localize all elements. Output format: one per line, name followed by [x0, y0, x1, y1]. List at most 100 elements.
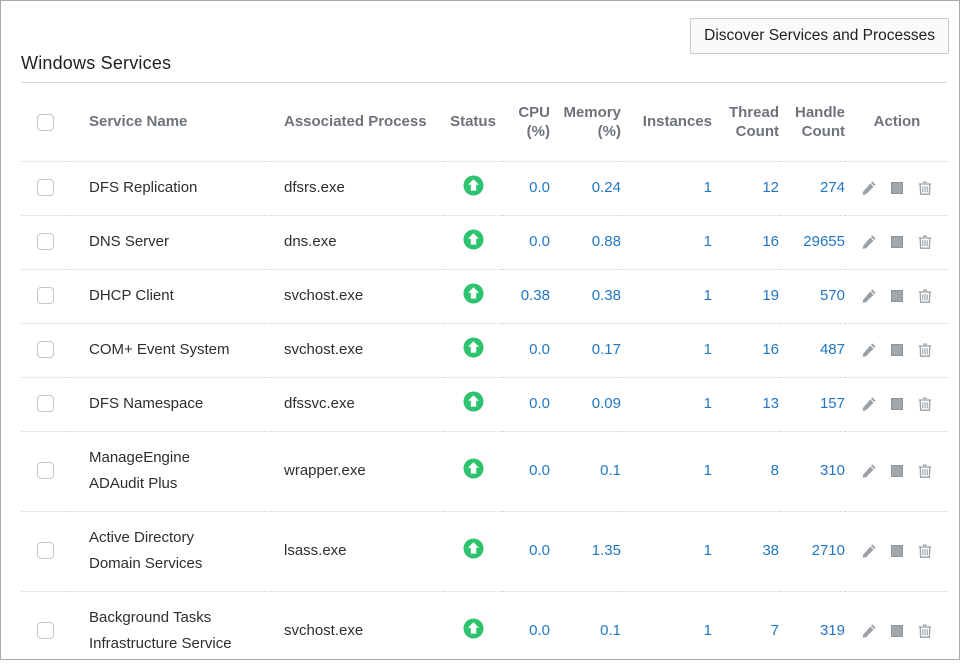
- select-all-checkbox[interactable]: [37, 114, 54, 131]
- status-cell: [444, 269, 502, 323]
- cpu-percent-value[interactable]: 0.0: [502, 431, 550, 511]
- delete-trash-icon[interactable]: [917, 396, 933, 412]
- memory-percent-value[interactable]: 0.1: [550, 431, 621, 511]
- handle-count-value[interactable]: 29655: [779, 215, 845, 269]
- delete-trash-icon[interactable]: [917, 543, 933, 559]
- edit-pencil-icon[interactable]: [861, 543, 877, 559]
- memory-percent-value[interactable]: 0.24: [550, 161, 621, 215]
- discover-services-button[interactable]: Discover Services and Processes: [690, 18, 949, 54]
- status-up-arrow-icon: [463, 283, 484, 304]
- handle-count-value[interactable]: 319: [779, 591, 845, 671]
- table-row: Background Tasks Infrastructure Service …: [21, 591, 949, 671]
- memory-percent-value[interactable]: 0.09: [550, 377, 621, 431]
- row-checkbox-cell: [21, 323, 69, 377]
- delete-trash-icon[interactable]: [917, 342, 933, 358]
- instances-value[interactable]: 1: [621, 215, 712, 269]
- delete-trash-icon[interactable]: [917, 288, 933, 304]
- associated-process: dns.exe: [264, 215, 444, 269]
- cpu-percent-value[interactable]: 0.0: [502, 215, 550, 269]
- thread-count-value[interactable]: 19: [712, 269, 779, 323]
- row-checkbox[interactable]: [37, 542, 54, 559]
- thread-count-value[interactable]: 12: [712, 161, 779, 215]
- associated-process: wrapper.exe: [264, 431, 444, 511]
- row-checkbox-cell: [21, 269, 69, 323]
- memory-percent-value[interactable]: 0.17: [550, 323, 621, 377]
- thread-count-value[interactable]: 16: [712, 323, 779, 377]
- instances-value[interactable]: 1: [621, 269, 712, 323]
- instances-value[interactable]: 1: [621, 161, 712, 215]
- associated-process: svchost.exe: [264, 323, 444, 377]
- instances-value[interactable]: 1: [621, 323, 712, 377]
- table-row: COM+ Event System svchost.exe 0.0 0.17 1…: [21, 323, 949, 377]
- handle-count-value[interactable]: 274: [779, 161, 845, 215]
- row-checkbox-cell: [21, 377, 69, 431]
- edit-pencil-icon[interactable]: [861, 180, 877, 196]
- table-row: DNS Server dns.exe 0.0 0.88 1 16 29655: [21, 215, 949, 269]
- delete-trash-icon[interactable]: [917, 180, 933, 196]
- associated-process: svchost.exe: [264, 591, 444, 671]
- edit-pencil-icon[interactable]: [861, 288, 877, 304]
- handle-count-value[interactable]: 310: [779, 431, 845, 511]
- cpu-percent-value[interactable]: 0.38: [502, 269, 550, 323]
- column-header-cpu: CPU (%): [502, 83, 550, 161]
- handle-count-value[interactable]: 157: [779, 377, 845, 431]
- row-checkbox[interactable]: [37, 233, 54, 250]
- memory-percent-value[interactable]: 0.1: [550, 591, 621, 671]
- row-checkbox[interactable]: [37, 341, 54, 358]
- edit-pencil-icon[interactable]: [861, 342, 877, 358]
- action-cell: [845, 323, 949, 377]
- status-up-arrow-icon: [463, 337, 484, 358]
- row-checkbox[interactable]: [37, 622, 54, 639]
- handle-count-value[interactable]: 2710: [779, 511, 845, 591]
- status-up-arrow-icon: [463, 458, 484, 479]
- stop-square-icon[interactable]: [889, 180, 905, 196]
- thread-count-value[interactable]: 13: [712, 377, 779, 431]
- cpu-percent-value[interactable]: 0.0: [502, 323, 550, 377]
- instances-value[interactable]: 1: [621, 591, 712, 671]
- row-checkbox[interactable]: [37, 179, 54, 196]
- cpu-percent-value[interactable]: 0.0: [502, 511, 550, 591]
- action-cell: [845, 377, 949, 431]
- handle-count-value[interactable]: 487: [779, 323, 845, 377]
- status-up-arrow-icon: [463, 175, 484, 196]
- memory-percent-value[interactable]: 0.38: [550, 269, 621, 323]
- stop-square-icon[interactable]: [889, 396, 905, 412]
- handle-count-value[interactable]: 570: [779, 269, 845, 323]
- stop-square-icon[interactable]: [889, 288, 905, 304]
- delete-trash-icon[interactable]: [917, 623, 933, 639]
- stop-square-icon[interactable]: [889, 463, 905, 479]
- row-checkbox[interactable]: [37, 395, 54, 412]
- table-row: DHCP Client svchost.exe 0.38 0.38 1 19 5…: [21, 269, 949, 323]
- column-header-instances: Instances: [621, 83, 712, 161]
- thread-count-value[interactable]: 38: [712, 511, 779, 591]
- edit-pencil-icon[interactable]: [861, 463, 877, 479]
- delete-trash-icon[interactable]: [917, 234, 933, 250]
- edit-pencil-icon[interactable]: [861, 623, 877, 639]
- cpu-percent-value[interactable]: 0.0: [502, 161, 550, 215]
- delete-trash-icon[interactable]: [917, 463, 933, 479]
- status-up-arrow-icon: [463, 618, 484, 639]
- row-checkbox[interactable]: [37, 462, 54, 479]
- edit-pencil-icon[interactable]: [861, 396, 877, 412]
- status-cell: [444, 323, 502, 377]
- edit-pencil-icon[interactable]: [861, 234, 877, 250]
- stop-square-icon[interactable]: [889, 342, 905, 358]
- instances-value[interactable]: 1: [621, 431, 712, 511]
- stop-square-icon[interactable]: [889, 623, 905, 639]
- instances-value[interactable]: 1: [621, 511, 712, 591]
- header-checkbox-cell: [21, 83, 69, 161]
- column-header-memory: Memory (%): [550, 83, 621, 161]
- thread-count-value[interactable]: 16: [712, 215, 779, 269]
- memory-percent-value[interactable]: 1.35: [550, 511, 621, 591]
- stop-square-icon[interactable]: [889, 543, 905, 559]
- cpu-percent-value[interactable]: 0.0: [502, 591, 550, 671]
- stop-square-icon[interactable]: [889, 234, 905, 250]
- associated-process: dfssvc.exe: [264, 377, 444, 431]
- instances-value[interactable]: 1: [621, 377, 712, 431]
- thread-count-value[interactable]: 8: [712, 431, 779, 511]
- thread-count-value[interactable]: 7: [712, 591, 779, 671]
- status-cell: [444, 511, 502, 591]
- memory-percent-value[interactable]: 0.88: [550, 215, 621, 269]
- row-checkbox[interactable]: [37, 287, 54, 304]
- cpu-percent-value[interactable]: 0.0: [502, 377, 550, 431]
